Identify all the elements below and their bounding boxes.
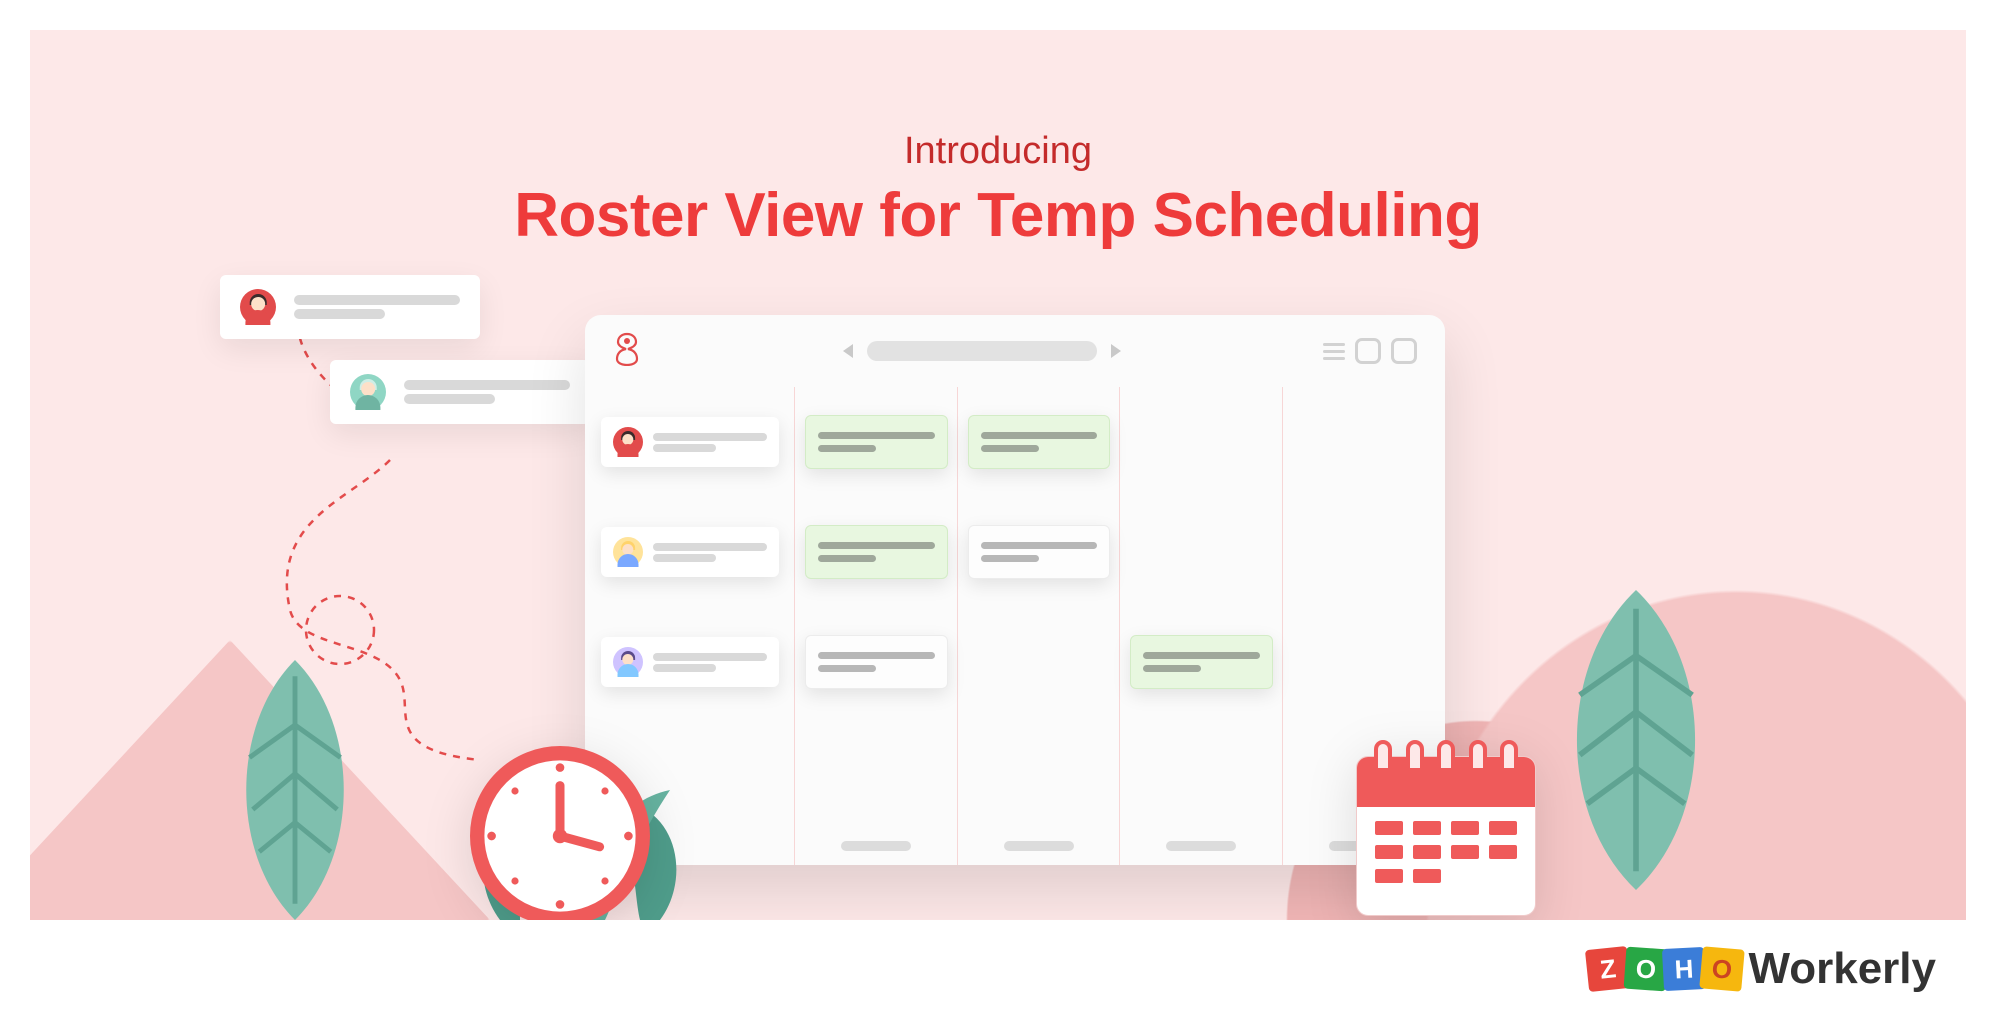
hero-stage: Introducing Roster View for Temp Schedul…	[30, 30, 1966, 920]
roster-row	[585, 607, 1445, 717]
shift-block[interactable]	[805, 415, 948, 469]
menu-icon[interactable]	[1323, 343, 1345, 360]
shift-block[interactable]	[1130, 635, 1273, 689]
product-name: Workerly	[1749, 944, 1937, 994]
calendar-icon	[1356, 736, 1536, 920]
hero-headline: Roster View for Temp Scheduling	[30, 180, 1966, 251]
window-toolbar	[585, 315, 1445, 387]
temp-card[interactable]	[601, 637, 779, 687]
day-footers	[795, 841, 1445, 851]
date-range-display[interactable]	[867, 341, 1097, 361]
avatar-icon	[613, 427, 643, 457]
shift-block[interactable]	[805, 635, 948, 689]
roster-row	[585, 497, 1445, 607]
hero-kicker: Introducing	[30, 130, 1966, 173]
avatar-icon	[350, 374, 386, 410]
shift-block[interactable]	[805, 525, 948, 579]
floating-temp-card	[330, 360, 590, 424]
avatar-icon	[240, 289, 276, 325]
roster-row	[585, 387, 1445, 497]
temp-card[interactable]	[601, 417, 779, 467]
app-logo-icon	[613, 332, 641, 371]
roster-grid	[585, 387, 1445, 865]
prev-arrow-icon[interactable]	[843, 344, 853, 358]
next-arrow-icon[interactable]	[1111, 344, 1121, 358]
leaf-decoration	[210, 660, 380, 920]
view-toggle-icon[interactable]	[1391, 338, 1417, 364]
leaf-decoration	[1536, 590, 1736, 890]
clock-icon	[470, 746, 650, 920]
avatar-icon	[613, 537, 643, 567]
view-toggle-icon[interactable]	[1355, 338, 1381, 364]
roster-window	[585, 315, 1445, 865]
zoho-logo-icon: ZOHO	[1587, 948, 1743, 990]
canvas: Introducing Roster View for Temp Schedul…	[0, 0, 1996, 1012]
shift-block[interactable]	[968, 525, 1111, 579]
floating-temp-card	[220, 275, 480, 339]
avatar-icon	[613, 647, 643, 677]
temp-card[interactable]	[601, 527, 779, 577]
shift-block[interactable]	[968, 415, 1111, 469]
brand-logo: ZOHO Workerly	[1587, 944, 1937, 994]
